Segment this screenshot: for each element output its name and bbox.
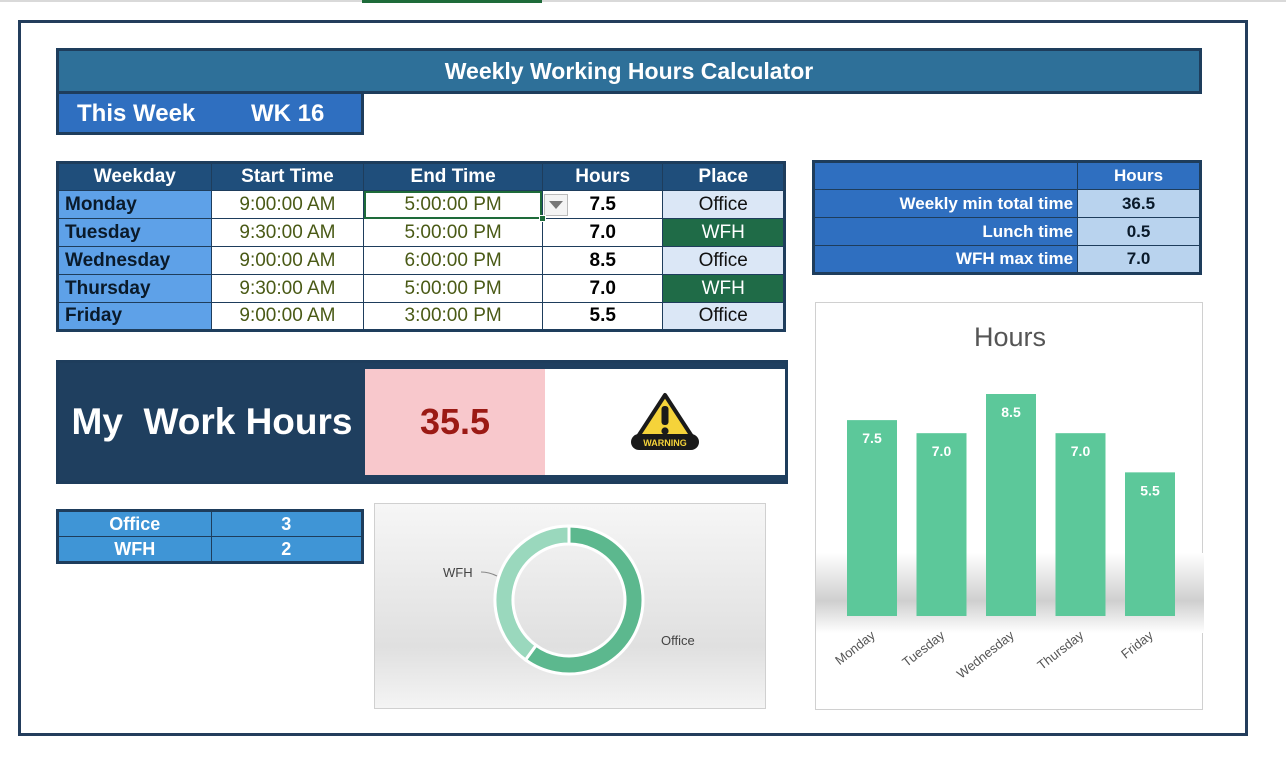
place-cell[interactable]: WFH	[662, 218, 785, 247]
settings-table: Hours Weekly min total time 36.5 Lunch t…	[812, 160, 1202, 275]
header-start-time: Start Time	[210, 162, 365, 191]
week-label: This Week	[77, 100, 196, 127]
donut-slice-wfh[interactable]	[493, 524, 571, 662]
bar-data-label: 7.0	[932, 443, 952, 459]
table-row: Office 3	[57, 510, 363, 537]
selected-column-indicator	[362, 0, 542, 3]
count-value[interactable]: 2	[210, 536, 363, 563]
start-time-cell[interactable]: 9:30:00 AM	[210, 274, 365, 303]
work-hours-value[interactable]: 35.5	[365, 369, 545, 475]
schedule-header-row: Weekday Start Time End Time Hours Place	[57, 162, 785, 191]
bar-data-label: 7.5	[862, 430, 882, 446]
end-time-cell[interactable]: 5:00:00 PM	[363, 274, 543, 303]
hours-cell[interactable]: 7.0	[541, 274, 664, 303]
x-tick-label: Wednesday	[954, 627, 1018, 681]
settings-value[interactable]: 0.5	[1077, 217, 1201, 246]
start-time-cell[interactable]: 9:00:00 AM	[210, 190, 365, 219]
settings-value[interactable]: 7.0	[1077, 245, 1201, 274]
week-value[interactable]: WK 16	[251, 100, 324, 128]
bar-chart-svg: Hours 7.5 Monday 7.0 Tuesday 8.5 Wednesday 7.0 T…	[816, 322, 1204, 681]
start-time-cell[interactable]: 9:00:00 AM	[210, 246, 365, 275]
weekday-cell[interactable]: Thursday	[57, 274, 212, 303]
place-cell[interactable]: Office	[662, 190, 785, 219]
place-cell[interactable]: Office	[662, 246, 785, 275]
chevron-down-icon	[548, 201, 563, 209]
hours-cell[interactable]: 8.5	[541, 246, 664, 275]
weekday-cell[interactable]: Tuesday	[57, 218, 212, 247]
end-time-cell-selected[interactable]: 5:00:00 PM	[363, 190, 568, 222]
cell-dropdown-button[interactable]	[543, 194, 568, 216]
count-label[interactable]: WFH	[57, 536, 212, 563]
settings-label[interactable]: Lunch time	[812, 217, 1079, 246]
settings-header-blank[interactable]	[812, 161, 1079, 190]
start-time-cell[interactable]: 9:00:00 AM	[210, 302, 365, 331]
count-value[interactable]: 3	[210, 510, 363, 537]
work-hours-label: My Work Hours	[71, 401, 353, 442]
table-row: WFH max time 7.0	[812, 245, 1201, 274]
end-time-cell[interactable]: 5:00:00 PM	[363, 218, 543, 247]
place-count-table: Office 3 WFH 2	[56, 509, 364, 564]
hours-cell[interactable]: 7.0	[541, 218, 664, 247]
sheet-canvas: Weekly Working Hours Calculator This Wee…	[0, 0, 1286, 772]
hours-bar-chart[interactable]: Hours 7.5 Monday 7.0 Tuesday 8.5 Wednesday 7.0 T…	[815, 302, 1204, 710]
place-donut-chart[interactable]: WFH Office	[374, 503, 766, 709]
donut-leader-line	[480, 571, 498, 577]
week-bar: This Week WK 16	[56, 94, 364, 135]
warning-icon: WARNING	[631, 393, 699, 450]
end-time-cell[interactable]: 6:00:00 PM	[363, 246, 543, 275]
table-row: Lunch time 0.5	[812, 217, 1201, 246]
bar-chart-title: Hours	[974, 322, 1046, 352]
count-label[interactable]: Office	[57, 510, 212, 537]
bar-data-label: 5.5	[1140, 482, 1160, 498]
table-row: Friday 9:00:00 AM 3:00:00 PM 5.5 Office	[57, 302, 785, 331]
weekday-cell[interactable]: Monday	[57, 190, 212, 219]
end-time-value: 5:00:00 PM	[404, 193, 502, 215]
x-tick-label: Monday	[832, 627, 878, 668]
header-place: Place	[662, 162, 785, 191]
bar-thursday[interactable]	[1055, 433, 1106, 616]
x-tick-label: Tuesday	[899, 627, 948, 670]
bar-data-label: 8.5	[1001, 404, 1021, 420]
donut-chart-svg: WFH Office	[443, 524, 695, 676]
bar-tuesday[interactable]	[916, 433, 967, 616]
place-cell[interactable]: WFH	[662, 274, 785, 303]
weekday-cell[interactable]: Friday	[57, 302, 212, 331]
settings-label[interactable]: WFH max time	[812, 245, 1079, 274]
bar-monday[interactable]	[847, 420, 897, 616]
header-hours: Hours	[541, 162, 664, 191]
start-time-cell[interactable]: 9:30:00 AM	[210, 218, 365, 247]
donut-label-wfh: WFH	[443, 565, 473, 580]
sheet-top-border	[0, 0, 1286, 2]
table-row: WFH 2	[57, 536, 363, 563]
header-end-time: End Time	[363, 162, 543, 191]
settings-header-hours[interactable]: Hours	[1077, 161, 1201, 190]
table-row: Tuesday 9:30:00 AM 5:00:00 PM 7.0 WFH	[57, 218, 785, 247]
status-icon-cell[interactable]: WARNING	[545, 369, 785, 475]
table-row: Wednesday 9:00:00 AM 6:00:00 PM 8.5 Offi…	[57, 246, 785, 275]
settings-value[interactable]: 36.5	[1077, 189, 1201, 218]
bar-wednesday[interactable]	[986, 394, 1036, 616]
end-time-cell[interactable]: 3:00:00 PM	[363, 302, 543, 331]
page-title: Weekly Working Hours Calculator	[56, 48, 1202, 94]
header-weekday: Weekday	[57, 162, 212, 191]
x-tick-label: Thursday	[1034, 627, 1086, 672]
table-row: Monday 9:00:00 AM 5:00:00 PM 7.5 Office	[57, 190, 785, 222]
schedule-table: Weekday Start Time End Time Hours Place …	[56, 161, 786, 332]
settings-header-row: Hours	[812, 161, 1201, 190]
fill-handle[interactable]	[538, 215, 546, 222]
table-row: Weekly min total time 36.5	[812, 189, 1201, 218]
work-hours-banner: My Work Hours 35.5 WARNING	[56, 360, 788, 484]
settings-label[interactable]: Weekly min total time	[812, 189, 1079, 218]
place-cell[interactable]: Office	[662, 302, 785, 331]
warning-icon-text: WARNING	[643, 438, 687, 448]
bar-data-label: 7.0	[1071, 443, 1091, 459]
hours-cell[interactable]: 5.5	[541, 302, 664, 331]
table-row: Thursday 9:30:00 AM 5:00:00 PM 7.0 WFH	[57, 274, 785, 303]
weekday-cell[interactable]: Wednesday	[57, 246, 212, 275]
donut-label-office: Office	[661, 633, 695, 648]
